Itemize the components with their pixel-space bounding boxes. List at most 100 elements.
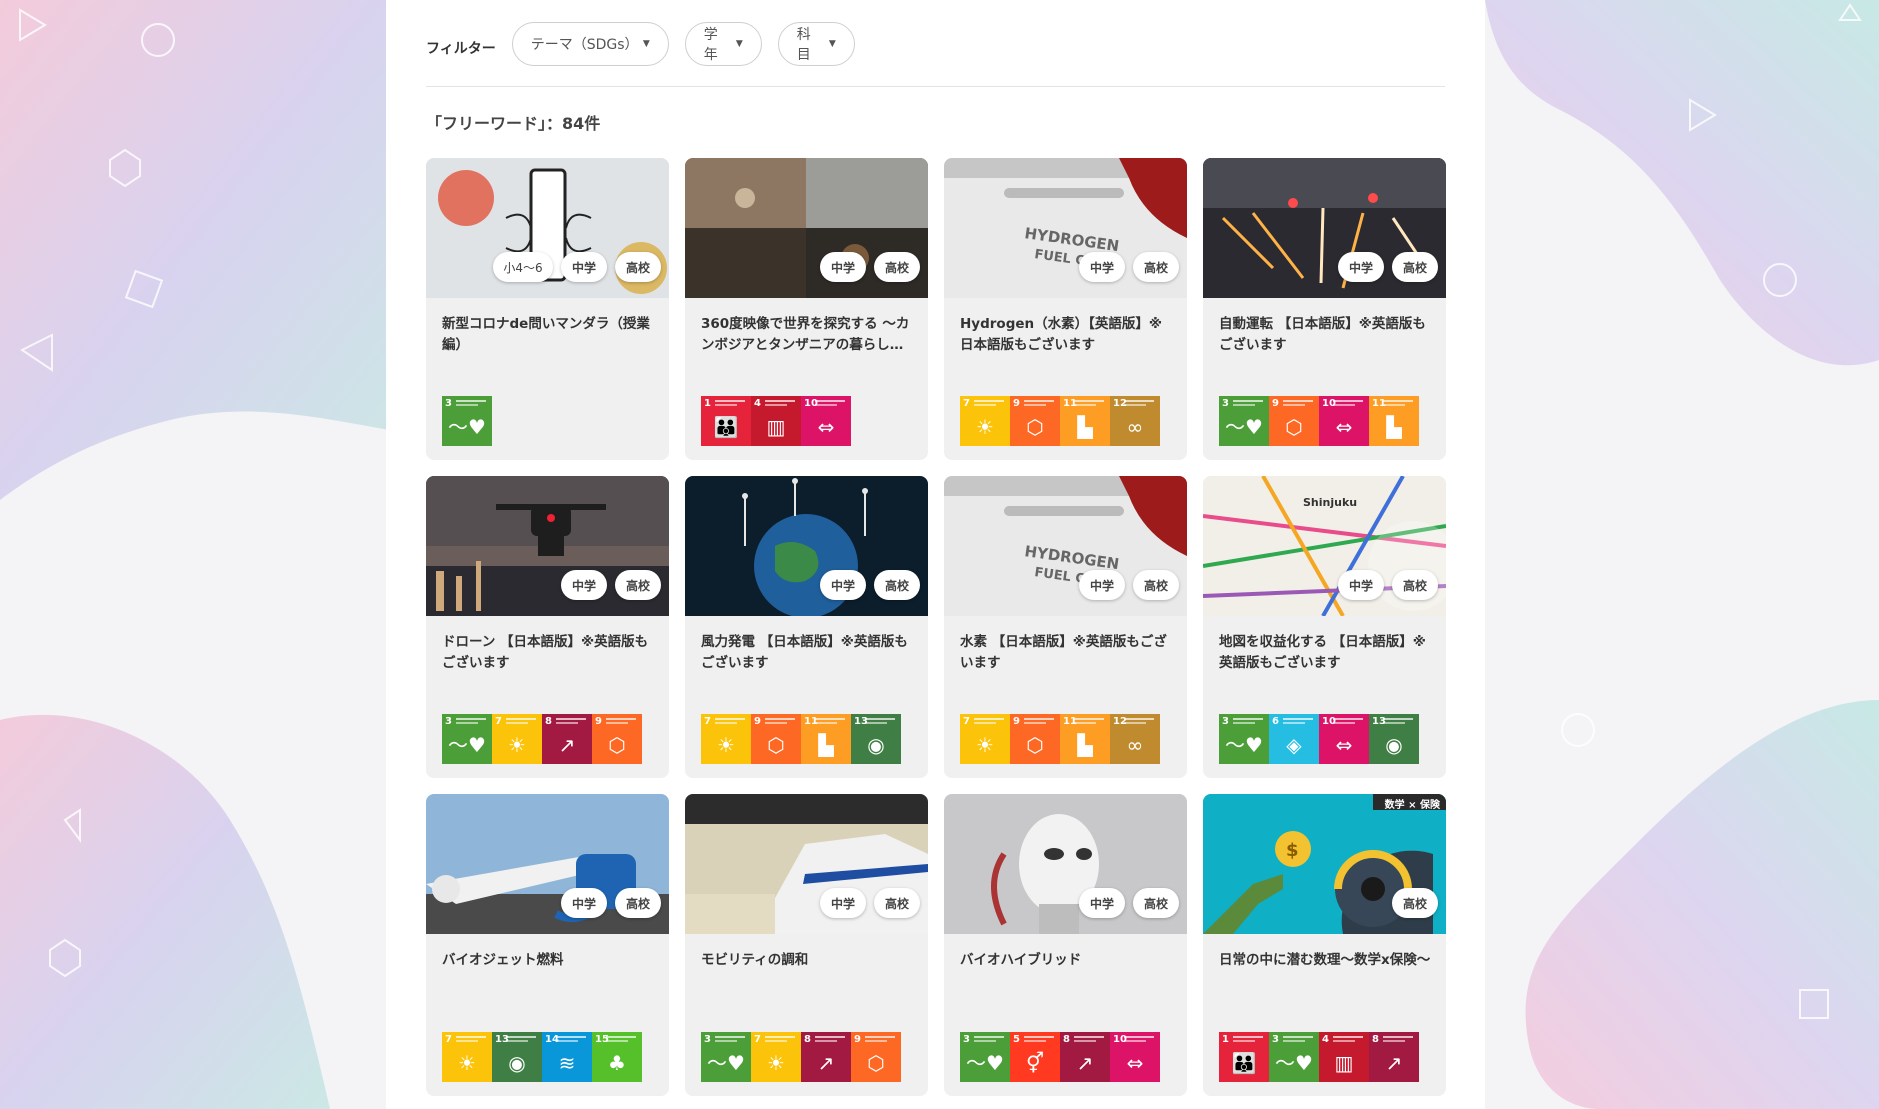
card-title[interactable]: 水素 【日本語版】※英語版もございます [960,632,1173,674]
svg-text:$: $ [1286,840,1299,861]
sdg-goal-number: 1 [1222,1034,1229,1045]
grade-badge: 小4〜6 [493,252,553,282]
sdg-goal-icon: 7 ☀ [492,714,542,764]
sdg-goal-icon: 4 ▥ [1319,1032,1369,1082]
content-card[interactable]: $ 数学 × 保険 高校 日常の中に潜む数理〜数学x保険〜 1 👪 3 〜♥ 4 ▥ 8 ↗ [1203,794,1446,1096]
content-card[interactable]: 中学 高校 バイオハイブリッド 3 〜♥ 5 ⚥ 8 ↗ 10 ⇔ [944,794,1187,1096]
theme-dropdown[interactable]: テーマ（SDGs） ▼ [511,22,669,66]
thumbnail-label: 数学 × 保険 [1384,800,1440,811]
sdg-goal-icon: 11 ▙ [1369,396,1419,446]
sdg-symbol-icon: ▙ [1077,733,1093,757]
card-title[interactable]: モビリティの調和 [701,950,914,971]
sdg-goal-number: 3 [445,398,452,409]
sdg-goal-icon: 11 ▙ [1060,714,1110,764]
grade-badge: 高校 [1392,888,1438,918]
sdg-symbol-icon: ⬡ [608,733,626,757]
sdg-goal-number: 7 [963,716,970,727]
card-title[interactable]: バイオハイブリッド [960,950,1173,971]
grade-badge: 中学 [561,570,607,600]
subject-dropdown[interactable]: 科目 ▼ [777,22,855,66]
sdg-goal-number: 9 [854,1034,861,1045]
sdg-goal-icon: 13 ◉ [851,714,901,764]
card-title[interactable]: 360度映像で世界を探究する 〜カンボジアとタンザニアの暮らし… [701,314,914,356]
result-count: 「フリーワード」：84件 [426,114,601,133]
sdg-symbol-icon: ⬡ [1026,415,1044,439]
sdg-symbol-icon: 👪 [713,415,739,439]
grade-badge: 中学 [820,252,866,282]
sdg-symbol-icon: ⇔ [1335,733,1353,757]
sdg-goal-number: 7 [445,1034,452,1045]
grade-dropdown[interactable]: 学年 ▼ [684,22,762,66]
sdg-goal-number: 8 [545,716,552,727]
grade-badges: 中学 高校 [1338,570,1438,600]
grade-badge: 高校 [1133,252,1179,282]
sdg-goal-number: 3 [445,716,452,727]
content-card[interactable]: 中学 高校ドローン 【日本語版】※英語版もございます 3 〜♥ 7 ☀ 8 ↗ 9 ⬡ [426,476,669,778]
sdg-symbol-icon: ↗ [1076,1051,1094,1075]
sdg-goal-number: 8 [804,1034,811,1045]
card-title[interactable]: Hydrogen（水素）【英語版】※日本語版もございます [960,314,1173,356]
grade-badge: 中学 [1338,570,1384,600]
sdg-goal-icon: 7 ☀ [442,1032,492,1082]
content-card[interactable]: 中学 高校 360度映像で世界を探究する 〜カンボジアとタンザニアの暮らし… 1 👪 4 ▥… [685,158,928,460]
sdg-goals: 3 〜♥ 5 ⚥ 8 ↗ 10 ⇔ [960,1032,1160,1082]
sdg-symbol-icon: ◈ [1286,733,1302,757]
sdg-goal-number: 8 [1372,1034,1379,1045]
grade-badge: 中学 [820,570,866,600]
sdg-symbol-icon: 〜♥ [1225,415,1263,439]
sdg-symbol-icon: ⇔ [817,415,835,439]
grade-badge: 中学 [561,252,607,282]
grade-badge: 高校 [1133,888,1179,918]
sdg-goal-number: 9 [1272,398,1279,409]
content-card[interactable]: HYDROGEN FUEL CELL 中学 高校 水素 【日本語版】※英語版もございます… [944,476,1187,778]
sdg-goal-number: 3 [1272,1034,1279,1045]
sdg-symbol-icon: ◉ [867,733,885,757]
content-card[interactable]: 中学 高校 バイオジェット燃料 7 ☀ 13 ◉ 14 ≋ 15 ♣ [426,794,669,1096]
card-title[interactable]: 新型コロナde問いマンダラ（授業編） [442,314,655,356]
content-card[interactable]: HYDROGEN FUEL CELL 中学 高校 Hydrogen（水素）【英語版】※日… [944,158,1187,460]
card-title[interactable]: バイオジェット燃料 [442,950,655,971]
sdg-symbol-icon: ♣ [608,1051,626,1075]
card-title[interactable]: 地図を収益化する 【日本語版】※英語版もございます [1219,632,1432,674]
sdg-symbol-icon: 👪 [1231,1051,1257,1075]
grade-badge: 高校 [874,252,920,282]
sdg-goal-icon: 3 〜♥ [442,714,492,764]
grade-badge: 中学 [1079,570,1125,600]
card-title[interactable]: 自動運転 【日本語版】※英語版もございます [1219,314,1432,356]
sdg-goal-number: 9 [754,716,761,727]
sdg-goal-number: 7 [963,398,970,409]
sdg-symbol-icon: ∞ [1126,415,1144,439]
content-card[interactable]: 中学 高校 自動運転 【日本語版】※英語版もございます 3 〜♥ 9 ⬡ 10 ⇔ 11 ▙ [1203,158,1446,460]
sdg-symbol-icon: ☀ [717,733,735,757]
content-card[interactable]: Shinjuku 中学 高校 地図を収益化する 【日本語版】※英語版もございます 3 〜♥… [1203,476,1446,778]
sdg-symbol-icon: ≋ [558,1051,576,1075]
sdg-goal-icon: 9 ⬡ [1010,714,1060,764]
card-title[interactable]: 日常の中に潜む数理〜数学x保険〜 [1219,950,1432,971]
sdg-goal-icon: 8 ↗ [1060,1032,1110,1082]
sdg-goal-icon: 9 ⬡ [1269,396,1319,446]
sdg-goal-icon: 3 〜♥ [1219,714,1269,764]
sdg-goal-icon: 9 ⬡ [751,714,801,764]
sdg-goal-icon: 8 ↗ [1369,1032,1419,1082]
sdg-goal-icon: 9 ⬡ [592,714,642,764]
sdg-goal-number: 6 [1272,716,1279,727]
sdg-symbol-icon: ⬡ [1285,415,1303,439]
card-title[interactable]: ドローン 【日本語版】※英語版もございます [442,632,655,674]
main-panel: フィルター テーマ（SDGs） ▼ 学年 ▼ 科目 ▼ 「フリーワード」：84件… [386,0,1485,1109]
sdg-goal-icon: 8 ↗ [801,1032,851,1082]
sdg-goal-icon: 7 ☀ [960,714,1010,764]
subject-dropdown-label: 科目 [796,27,811,63]
sdg-goal-icon: 7 ☀ [751,1032,801,1082]
grade-badges: 中学 高校 [820,888,920,918]
content-card[interactable]: 中学 高校 風力発電 【日本語版】※英語版もございます 7 ☀ 9 ⬡ 11 ▙ 13 ◉ [685,476,928,778]
sdg-symbol-icon: ↗ [558,733,576,757]
card-title[interactable]: 風力発電 【日本語版】※英語版もございます [701,632,914,674]
grade-badge: 高校 [615,570,661,600]
sdg-symbol-icon: 〜♥ [448,415,486,439]
content-card[interactable]: 小4〜6 中学 高校 新型コロナde問いマンダラ（授業編） 3 〜♥ [426,158,669,460]
sdg-goal-number: 3 [1222,716,1229,727]
sdg-goal-icon: 11 ▙ [801,714,851,764]
chevron-down-icon: ▼ [735,39,743,49]
content-card[interactable]: 中学 高校 モビリティの調和 3 〜♥ 7 ☀ 8 ↗ 9 ⬡ [685,794,928,1096]
sdg-goals: 7 ☀ 9 ⬡ 11 ▙ 12 ∞ [960,714,1160,764]
